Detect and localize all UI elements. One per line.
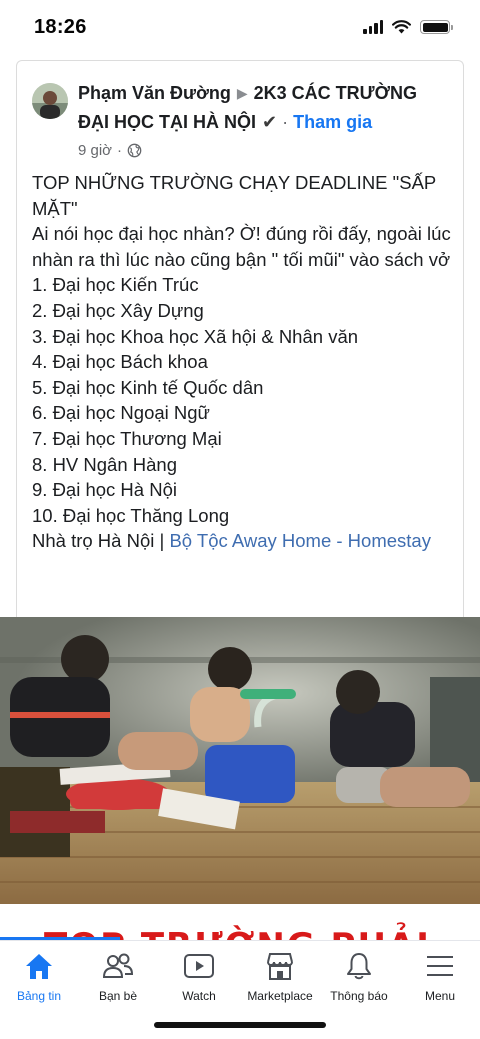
- avatar[interactable]: [32, 83, 68, 119]
- menu-icon: [427, 956, 453, 976]
- nav-label-menu: Menu: [424, 989, 456, 1003]
- list-item: 8. HV Ngân Hàng: [32, 453, 178, 475]
- home-icon: [26, 954, 52, 979]
- separator-dot: ·: [282, 112, 289, 132]
- post-time[interactable]: 9 giờ: [78, 142, 112, 159]
- check-icon: ✔: [262, 112, 278, 132]
- list-item: 9. Đại học Hà Nội: [32, 479, 177, 501]
- post-title-line: TOP NHỮNG TRƯỜNG CHẠY DEADLINE "SẤP MẶT": [32, 172, 436, 219]
- post-footer: Nhà trọ Hà Nội | Bộ Tộc Away Home - Home…: [32, 528, 452, 554]
- arrow-right-icon: ▶: [236, 85, 248, 101]
- list-item: 10. Đại học Thăng Long: [32, 504, 230, 526]
- status-time: 18:26: [34, 16, 87, 38]
- wifi-icon: [392, 20, 411, 34]
- battery-icon: [420, 20, 453, 34]
- author-name[interactable]: Phạm Văn Đường: [78, 83, 231, 103]
- watch-icon: [184, 954, 214, 978]
- students-studying-image: [0, 617, 480, 904]
- post-text: TOP NHỮNG TRƯỜNG CHẠY DEADLINE "SẤP MẶT"…: [32, 170, 452, 554]
- bell-icon: [347, 953, 371, 980]
- homestay-link[interactable]: Bộ Tộc Away Home - Homestay: [169, 530, 431, 551]
- post-header-line-2: ĐẠI HỌC TẠI HÀ NỘI ✔ · Tham gia: [78, 112, 458, 133]
- globe-icon: [127, 143, 142, 158]
- signal-icon: [363, 20, 383, 34]
- banner-strip: TOP TRƯỜNG PHẢI: [0, 904, 480, 940]
- marketplace-icon: [267, 953, 293, 980]
- list-item: 4. Đại học Bách khoa: [32, 351, 208, 373]
- home-indicator[interactable]: [154, 1022, 326, 1028]
- status-icons: [363, 20, 453, 34]
- post-card: Phạm Văn Đường ▶ 2K3 CÁC TRƯỜNG ĐẠI HỌC TẠ…: [16, 60, 464, 620]
- nav-item-menu[interactable]: Menu: [392, 951, 480, 1003]
- post-meta: 9 giờ ·: [78, 142, 142, 159]
- footer-prefix: Nhà trọ Hà Nội |: [32, 530, 170, 552]
- join-group-button[interactable]: Tham gia: [293, 112, 372, 132]
- list-item: 3. Đại học Khoa học Xã hội & Nhân văn: [32, 325, 359, 347]
- list-item: 1. Đại học Kiến Trúc: [32, 274, 199, 296]
- post-photo[interactable]: [0, 617, 480, 904]
- meta-dot: ·: [117, 142, 123, 159]
- list-item: 2. Đại học Xây Dựng: [32, 299, 204, 321]
- post-intro-line: Ai nói học đại học nhàn? Ờ! đúng rồi đấy…: [32, 223, 451, 270]
- group-name[interactable]: 2K3 CÁC TRƯỜNG: [254, 83, 417, 103]
- status-bar: 18:26: [0, 0, 480, 58]
- post-header-line-1: Phạm Văn Đường ▶ 2K3 CÁC TRƯỜNG: [78, 83, 458, 104]
- list-item: 7. Đại học Thương Mại: [32, 427, 222, 449]
- group-name-line-2[interactable]: ĐẠI HỌC TẠI HÀ NỘI: [78, 112, 256, 132]
- list-item: 6. Đại học Ngoại Ngữ: [32, 402, 210, 424]
- friends-icon: [102, 953, 134, 978]
- list-item: 5. Đại học Kinh tế Quốc dân: [32, 376, 264, 398]
